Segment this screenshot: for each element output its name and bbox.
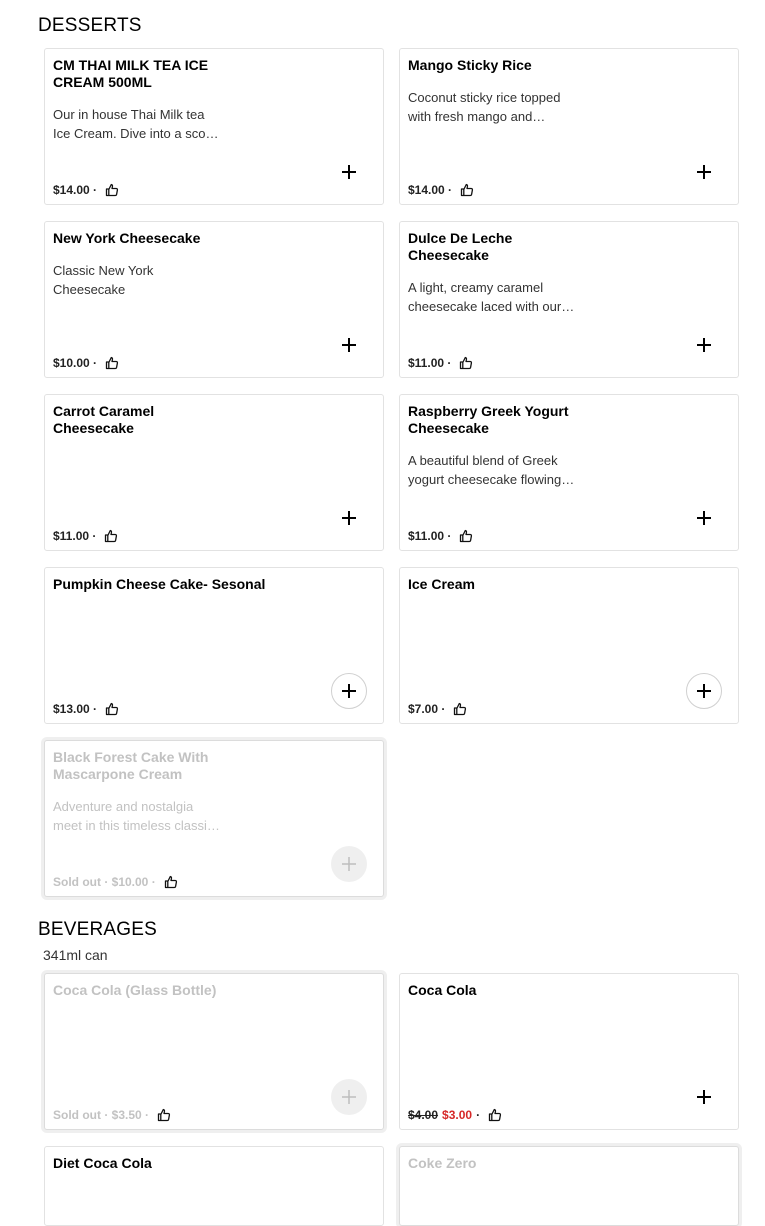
thumbs-up-icon[interactable] [157, 1108, 171, 1122]
add-to-cart-button[interactable] [331, 154, 367, 190]
item-price: $14.00 · [408, 183, 474, 197]
section-subtitle: 341ml can [43, 947, 108, 963]
menu-item-card[interactable]: New York Cheesecake Classic New York Che… [44, 221, 384, 378]
item-name: Pumpkin Cheese Cake- Sesonal [53, 576, 266, 592]
item-description: A light, creamy caramel cheesecake laced… [408, 280, 575, 314]
add-to-cart-button[interactable] [331, 673, 367, 709]
menu-item-card[interactable]: Mango Sticky Rice Coconut sticky rice to… [399, 48, 739, 205]
item-price: $7.00 · [408, 702, 467, 716]
item-description: Coconut sticky rice topped with fresh ma… [408, 90, 561, 124]
item-price: $14.00 · [53, 183, 119, 197]
plus-icon [342, 165, 356, 179]
menu-item-card[interactable]: Raspberry Greek Yogurt Cheesecake A beau… [399, 394, 739, 551]
item-price: Sold out · $10.00 · [53, 875, 178, 889]
add-to-cart-button[interactable] [331, 500, 367, 536]
plus-icon [342, 511, 356, 525]
item-description: Our in house Thai Milk tea Ice Cream. Di… [53, 107, 219, 141]
add-to-cart-button[interactable] [686, 1079, 722, 1115]
add-to-cart-button[interactable] [686, 673, 722, 709]
menu-item-card[interactable]: Dulce De Leche Cheesecake A light, cream… [399, 221, 739, 378]
thumbs-up-icon[interactable] [105, 356, 119, 370]
item-price: Sold out · $3.50 · [53, 1108, 171, 1122]
menu-item-card[interactable]: Ice Cream $7.00 · [399, 567, 739, 724]
item-description: Classic New York Cheesecake [53, 263, 154, 297]
thumbs-up-icon[interactable] [105, 702, 119, 716]
menu-item-card[interactable]: CM THAI MILK TEA ICE CREAM 500ML Our in … [44, 48, 384, 205]
menu-item-card[interactable]: Pumpkin Cheese Cake- Sesonal $13.00 · [44, 567, 384, 724]
item-name: Carrot Caramel Cheesecake [53, 403, 155, 436]
menu-item-card[interactable]: Diet Coca Cola [44, 1146, 384, 1226]
thumbs-up-icon[interactable] [459, 529, 473, 543]
plus-icon [697, 165, 711, 179]
plus-icon [342, 338, 356, 352]
add-to-cart-button[interactable] [686, 327, 722, 363]
item-name: Coca Cola (Glass Bottle) [53, 982, 217, 998]
menu-item-card-soldout[interactable]: Coca Cola (Glass Bottle) Sold out · $3.5… [44, 973, 384, 1130]
add-to-cart-button-disabled [331, 1079, 367, 1115]
plus-icon [697, 684, 711, 698]
item-price: $13.00 · [53, 702, 119, 716]
thumbs-up-icon[interactable] [105, 183, 119, 197]
plus-icon [697, 511, 711, 525]
thumbs-up-icon[interactable] [453, 702, 467, 716]
item-name: Mango Sticky Rice [408, 57, 532, 73]
plus-icon [697, 1090, 711, 1104]
item-price: $11.00 · [408, 529, 473, 543]
item-name: Coca Cola [408, 982, 477, 998]
sale-price: $3.00 [442, 1108, 473, 1122]
menu-item-card[interactable]: Carrot Caramel Cheesecake $11.00 · [44, 394, 384, 551]
item-name: Coke Zero [408, 1155, 477, 1171]
add-to-cart-button[interactable] [686, 154, 722, 190]
add-to-cart-button[interactable] [686, 500, 722, 536]
item-description: A beautiful blend of Greek yogurt cheese… [408, 453, 575, 487]
section-title-beverages: BEVERAGES [38, 919, 158, 940]
item-description: Adventure and nostalgia meet in this tim… [53, 799, 220, 833]
thumbs-up-icon[interactable] [164, 875, 178, 889]
item-name: Raspberry Greek Yogurt Cheesecake [408, 403, 569, 436]
item-name: Black Forest Cake With Mascarpone Cream [53, 749, 209, 782]
item-price: $11.00 · [408, 356, 473, 370]
plus-icon [342, 1090, 356, 1104]
plus-icon [342, 857, 356, 871]
add-to-cart-button-disabled [331, 846, 367, 882]
menu-item-card-soldout[interactable]: Coke Zero [399, 1146, 739, 1226]
thumbs-up-icon[interactable] [104, 529, 118, 543]
item-name: New York Cheesecake [53, 230, 201, 246]
menu-item-card-soldout[interactable]: Black Forest Cake With Mascarpone Cream … [44, 740, 384, 897]
thumbs-up-icon[interactable] [488, 1108, 502, 1122]
plus-icon [342, 684, 356, 698]
item-name: Ice Cream [408, 576, 475, 592]
thumbs-up-icon[interactable] [459, 356, 473, 370]
plus-icon [697, 338, 711, 352]
item-name: Dulce De Leche Cheesecake [408, 230, 513, 263]
item-price: $4.00 $3.00 · [408, 1108, 502, 1122]
section-title-desserts: DESSERTS [38, 15, 142, 36]
original-price: $4.00 [408, 1108, 439, 1122]
thumbs-up-icon[interactable] [460, 183, 474, 197]
item-name: CM THAI MILK TEA ICE CREAM 500ML [53, 57, 209, 90]
item-price: $10.00 · [53, 356, 119, 370]
add-to-cart-button[interactable] [331, 327, 367, 363]
item-name: Diet Coca Cola [53, 1155, 152, 1171]
menu-item-card[interactable]: Coca Cola $4.00 $3.00 · [399, 973, 739, 1130]
item-price: $11.00 · [53, 529, 118, 543]
